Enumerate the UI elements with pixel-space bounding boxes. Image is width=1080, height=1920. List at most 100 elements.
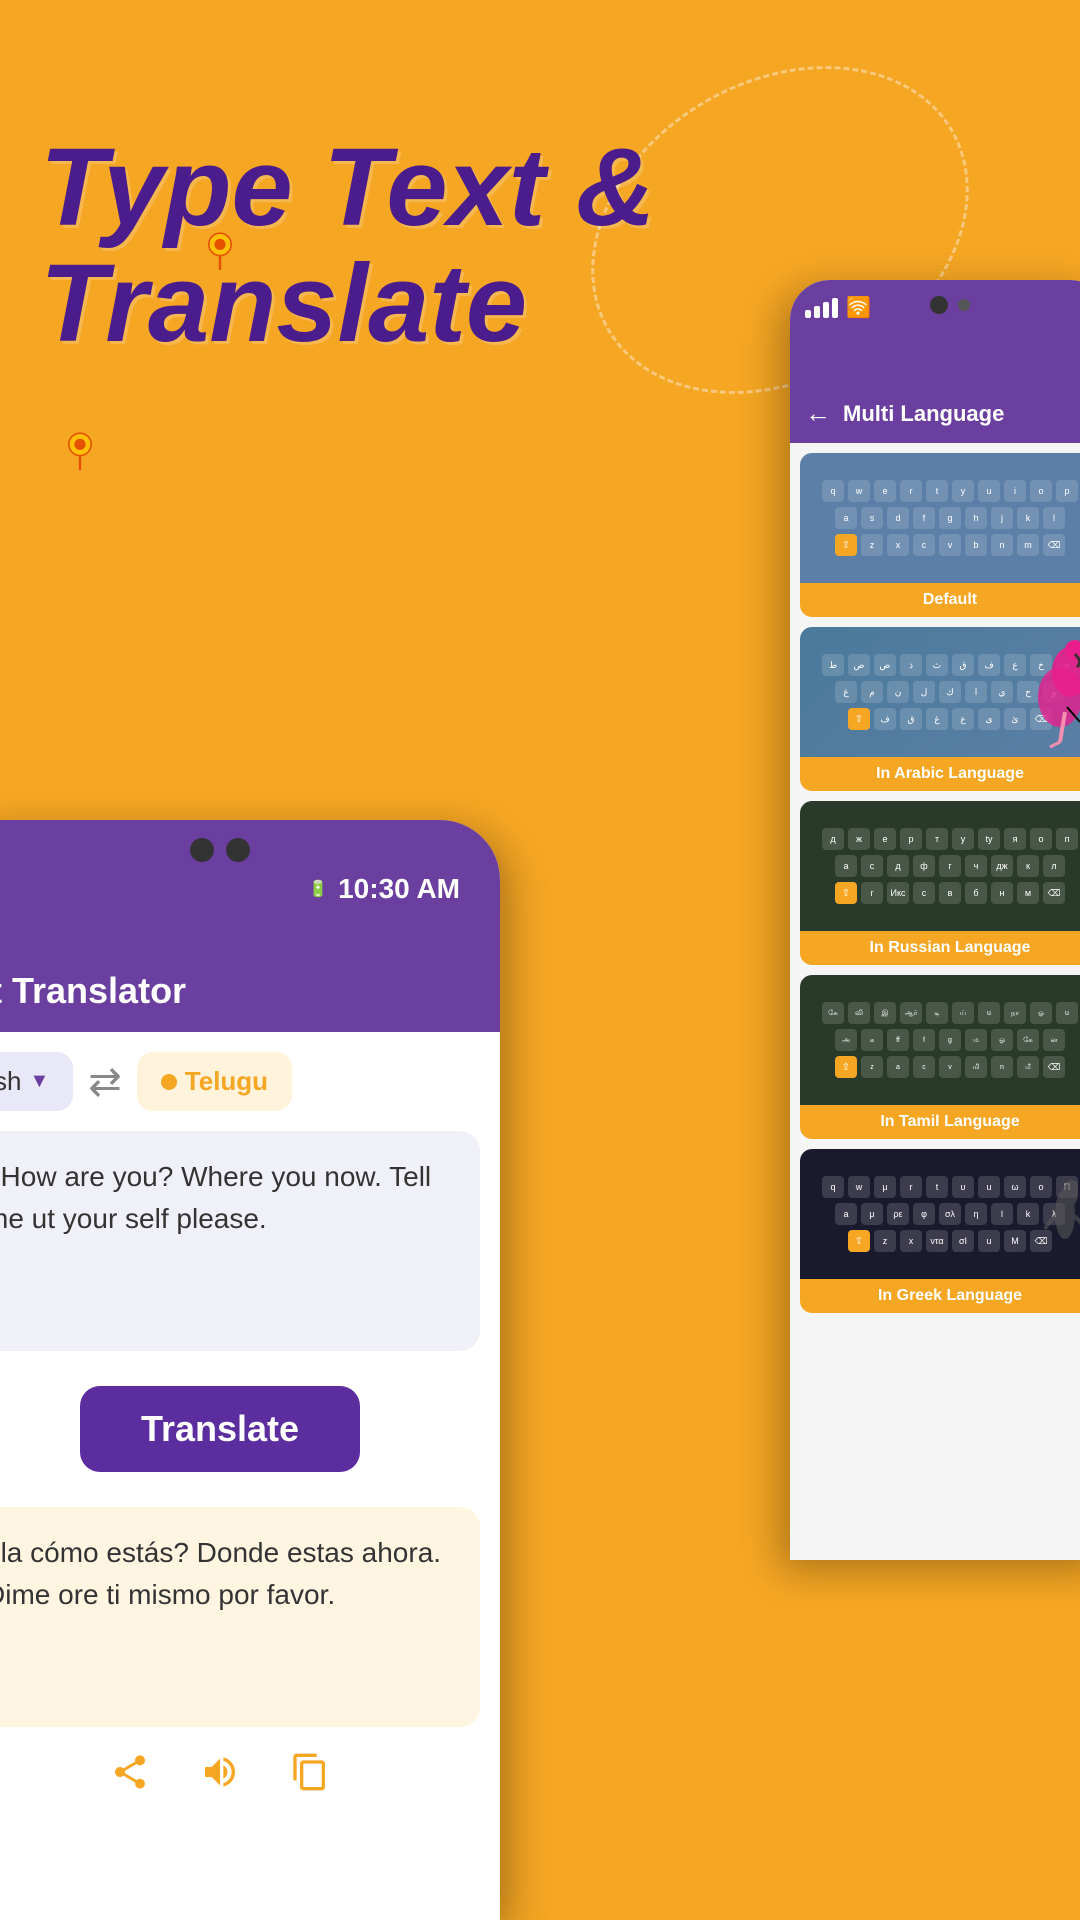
kb-key: ф (913, 855, 935, 877)
kb-key: ك (939, 681, 961, 703)
kb-key: г (939, 855, 961, 877)
keyboard-cards-list: q w e r t y u i o p a s d f g h (790, 443, 1080, 1560)
right-camera (930, 296, 970, 314)
keyboard-label-arabic: In Arabic Language (800, 757, 1080, 791)
kb-key: i (1004, 480, 1026, 502)
kb-backspace-key: ⌫ (1043, 882, 1065, 904)
kb-key: z (874, 1230, 896, 1252)
kb-key: م (861, 681, 883, 703)
right-camera-dot (930, 296, 948, 314)
kb-key: дж (991, 855, 1013, 877)
wifi-icon: 🛜 (846, 295, 871, 320)
language-selector-row: sh ▼ ⇄ Telugu (0, 1032, 500, 1131)
kb-key: σλ (939, 1203, 961, 1225)
kb-key: x (887, 534, 909, 556)
kb-key: Икс (887, 882, 909, 904)
kb-key: வி (848, 1002, 870, 1024)
keyboard-card-russian[interactable]: д ж е р т у tу я о п а с д ф г ч (800, 801, 1080, 965)
kb-key: ع (1004, 654, 1026, 676)
kb-key: e (874, 480, 896, 502)
kb-key: tу (978, 828, 1000, 850)
kb-key: l (1043, 507, 1065, 529)
kb-key: j (991, 507, 1013, 529)
battery-icon: 🔋 (308, 879, 328, 899)
kb-key: ئ (1004, 708, 1026, 730)
signal-bar-3 (823, 302, 829, 318)
kb-key: к (1017, 855, 1039, 877)
kb-key: s (861, 507, 883, 529)
kb-key: я (1004, 828, 1026, 850)
bird-silhouette (1040, 1164, 1080, 1264)
source-language-btn[interactable]: sh ▼ (0, 1052, 73, 1111)
pin-icon-mid (60, 430, 100, 470)
target-lang-label: Telugu (185, 1066, 268, 1097)
kb-key: с (861, 855, 883, 877)
kb-key: x (900, 1230, 922, 1252)
shuffle-btn[interactable]: ⇄ (88, 1059, 122, 1105)
kb-key: ن (887, 681, 909, 703)
kb-shift-key: ⇧ (835, 882, 857, 904)
kb-key: r (900, 1176, 922, 1198)
kb-key: c (913, 534, 935, 556)
kb-row-3: ⇧ z x c v b n m ⌫ (808, 534, 1080, 556)
kb-key: அ (835, 1029, 857, 1051)
right-camera-dot-small (958, 299, 970, 311)
kb-key: t (926, 1176, 948, 1198)
target-lang-dot (161, 1074, 177, 1090)
kb-key: n (991, 1056, 1013, 1078)
volume-icon[interactable] (200, 1752, 240, 1802)
kb-key: நா (1004, 1002, 1026, 1024)
back-button[interactable]: ← (805, 398, 831, 429)
kb-key: г (861, 882, 883, 904)
kb-key: க (861, 1029, 883, 1051)
kb-key: ف (978, 654, 1000, 676)
kb-key: கே (1017, 1029, 1039, 1051)
tamil-kb-row-2: அ க ff f g ம ஓ கே ன (808, 1029, 1080, 1051)
kb-key: ρε (887, 1203, 909, 1225)
keyboard-preview-tamil: கே வி இ ஆர் டி ய் u நா ஓ u அ க ff f g (800, 975, 1080, 1105)
kb-key: ث (926, 654, 948, 676)
kb-key: M (1004, 1230, 1026, 1252)
kb-key: м (1017, 882, 1039, 904)
kb-key: l (991, 1203, 1013, 1225)
left-phone-top-bar: 🔋 10:30 AM (0, 820, 500, 960)
signal-bar-4 (832, 298, 838, 318)
kb-key: மி (965, 1056, 987, 1078)
kb-key: u (978, 480, 1000, 502)
right-phone-header: ← Multi Language (790, 390, 1080, 443)
kb-shift-key: ⇧ (835, 1056, 857, 1078)
kb-key: η (965, 1203, 987, 1225)
keyboard-card-arabic[interactable]: ط ص ض ذ ث ق ف ع خ ج غ م ن ل ك ا (800, 627, 1080, 791)
kb-key: н (991, 882, 1013, 904)
keyboard-preview-russian: д ж е р т у tу я о п а с д ф г ч (800, 801, 1080, 931)
kb-key: ντα (926, 1230, 948, 1252)
kb-key: r (900, 480, 922, 502)
translate-button[interactable]: Translate (80, 1386, 360, 1472)
kb-key: ذ (900, 654, 922, 676)
kb-key: д (887, 855, 909, 877)
camera-dot-right (226, 838, 250, 862)
copy-icon[interactable] (290, 1752, 330, 1802)
kb-key: h (965, 507, 987, 529)
headline: Type Text & Translate (40, 130, 655, 361)
kb-key: р (900, 828, 922, 850)
kb-key: z (861, 534, 883, 556)
keyboard-card-tamil[interactable]: கே வி இ ஆர் டி ய் u நா ஓ u அ க ff f g (800, 975, 1080, 1139)
kb-key: z (861, 1056, 883, 1078)
kb-key: y (952, 480, 974, 502)
right-phone-mockup: 🛜 ← Multi Language q w e r t y u i (790, 280, 1080, 1560)
kb-key: a (887, 1056, 909, 1078)
signal-icon (805, 298, 838, 318)
tamil-kb-row-3: ⇧ z a c v மி n மீ ⌫ (808, 1056, 1080, 1078)
input-text-area[interactable]: , How are you? Where you now. Tell me ut… (0, 1131, 480, 1351)
keyboard-card-default[interactable]: q w e r t y u i o p a s d f g h (800, 453, 1080, 617)
target-language-btn[interactable]: Telugu (137, 1052, 292, 1111)
kb-key: g (939, 1029, 961, 1051)
keyboard-label-default: Default (800, 583, 1080, 617)
share-icon[interactable] (110, 1752, 150, 1802)
kb-key: இ (874, 1002, 896, 1024)
kb-backspace-key: ⌫ (1043, 534, 1065, 556)
russian-kb-row-3: ⇧ г Икс с в б н м ⌫ (808, 882, 1080, 904)
kb-backspace-key: ⌫ (1043, 1056, 1065, 1078)
keyboard-card-greek[interactable]: q w μ r t υ u ω o Π a μ ρε φ σλ (800, 1149, 1080, 1313)
